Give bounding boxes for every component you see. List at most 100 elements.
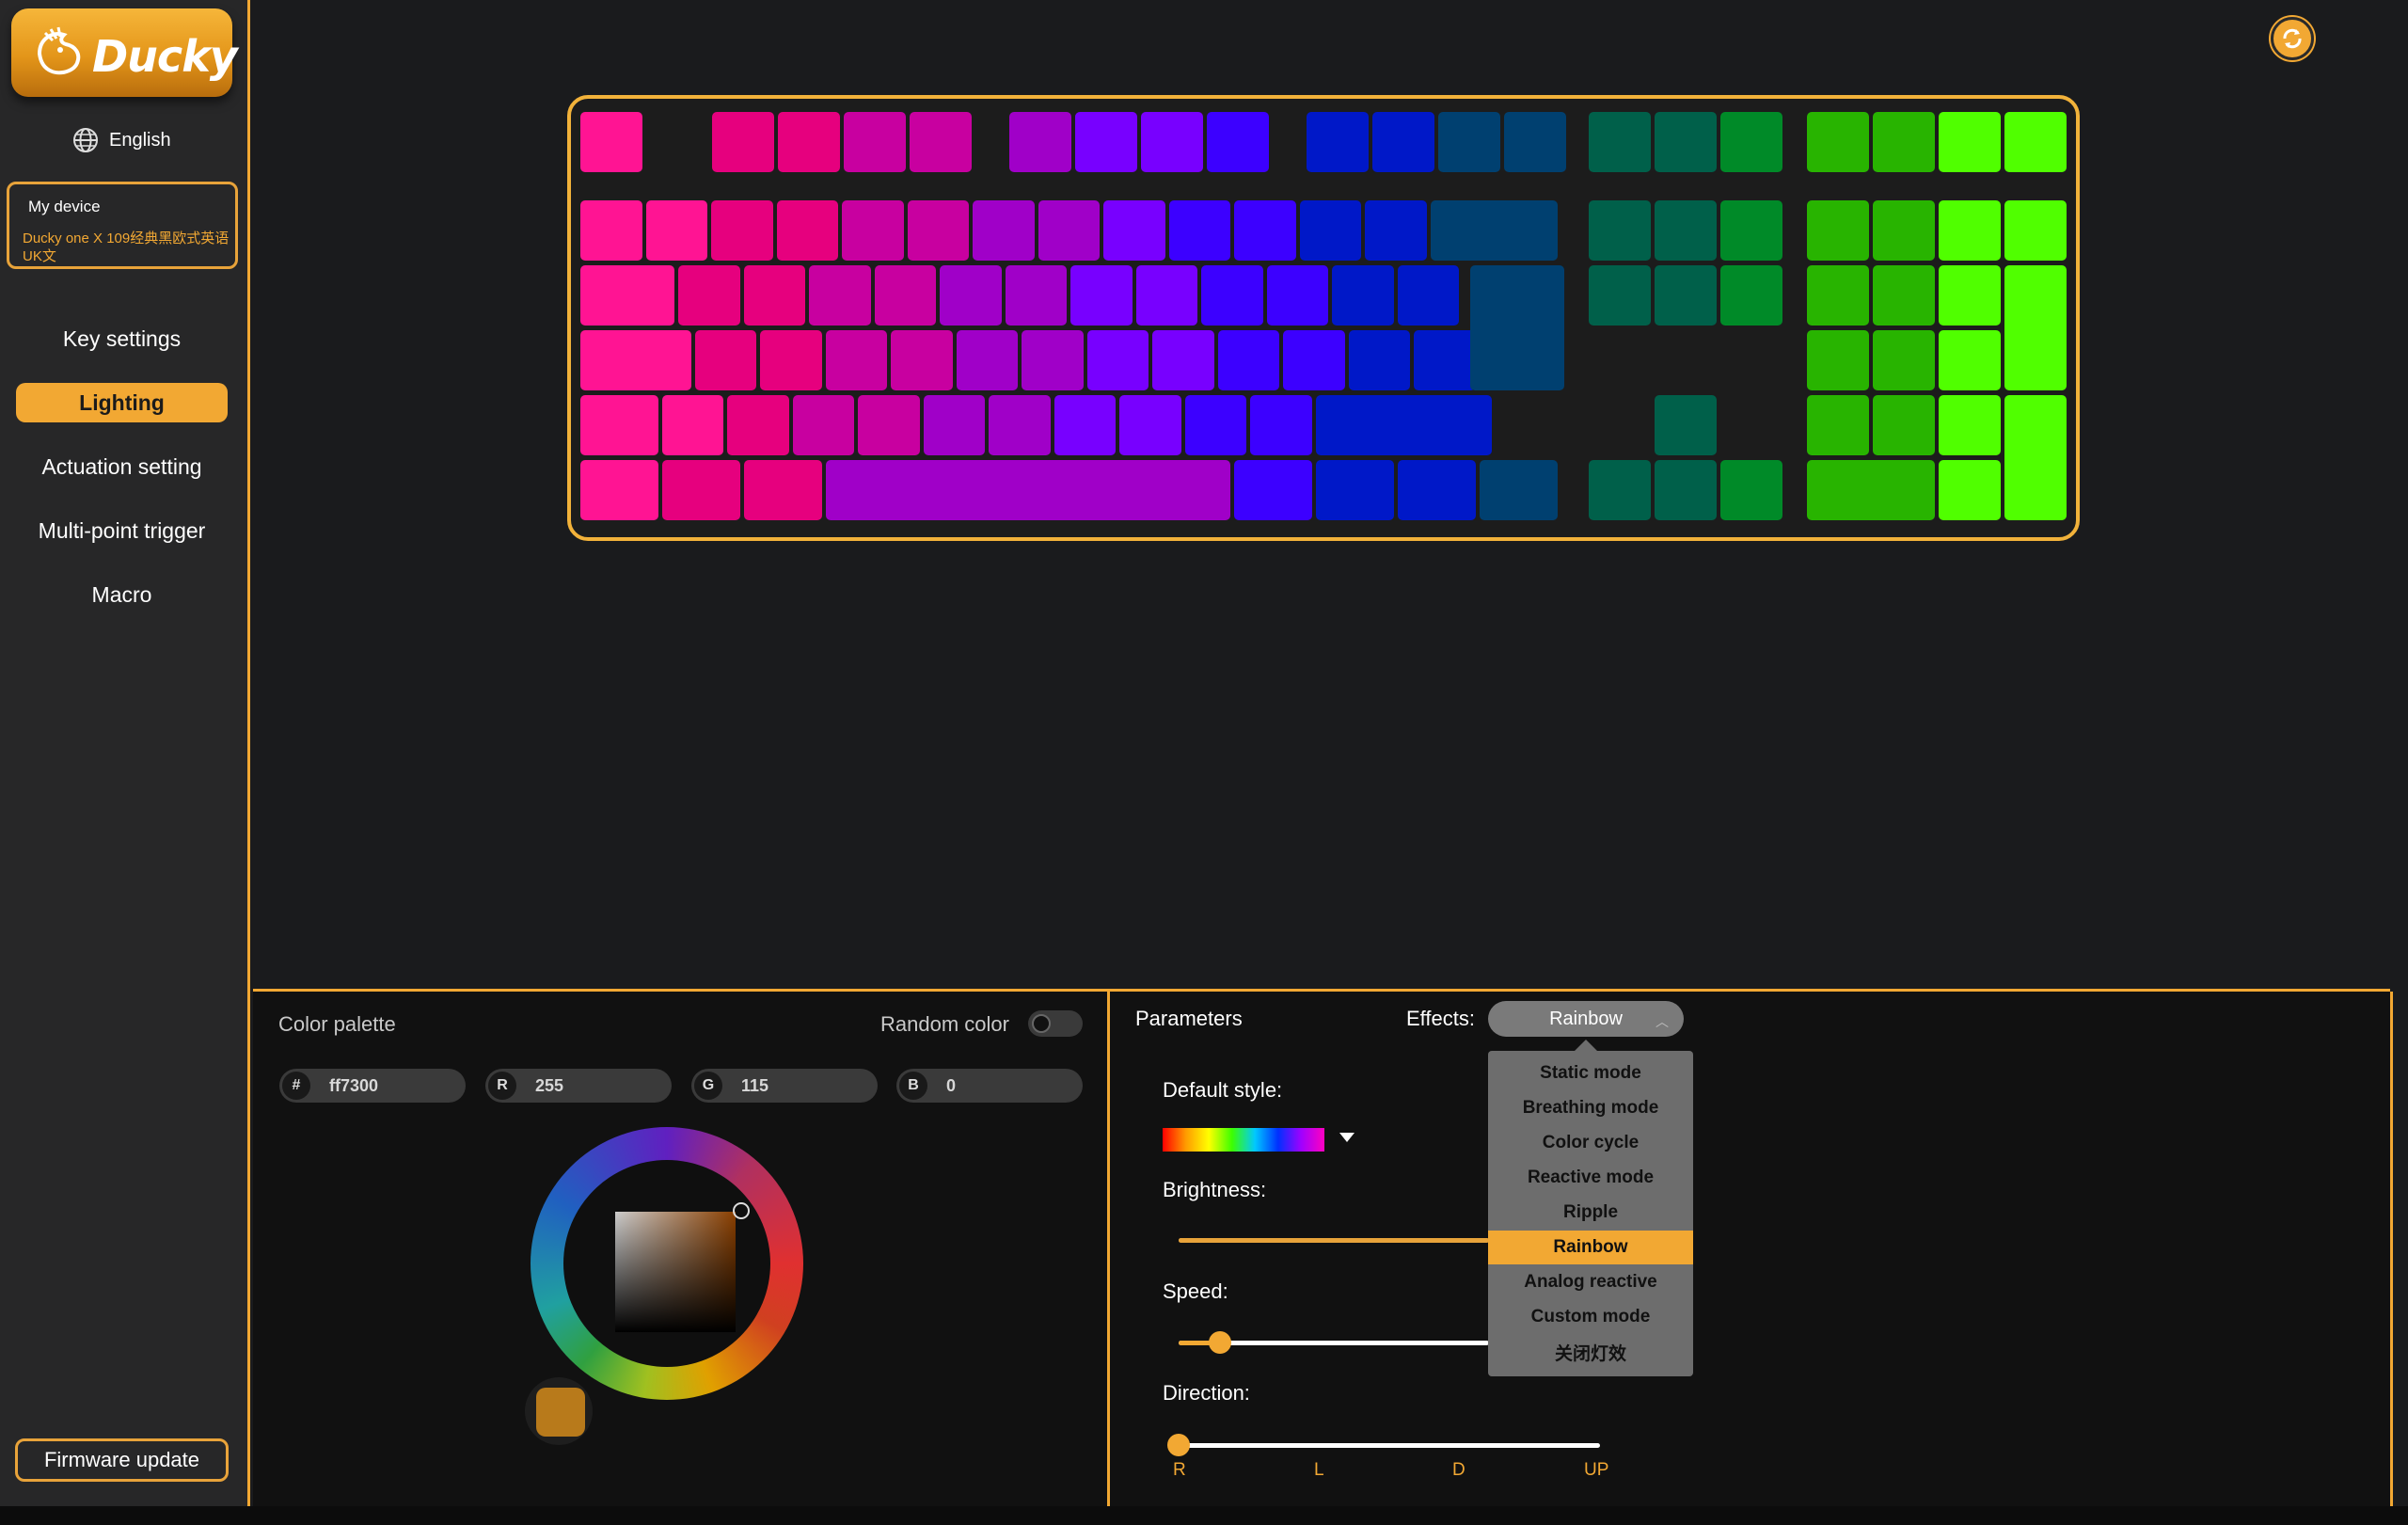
- key[interactable]: [1283, 330, 1345, 390]
- language-selector[interactable]: English: [71, 126, 171, 154]
- key[interactable]: [1655, 460, 1717, 520]
- key[interactable]: [1655, 395, 1717, 455]
- key[interactable]: [1217, 330, 1280, 390]
- key[interactable]: [2004, 200, 2067, 261]
- key[interactable]: [1939, 460, 2001, 520]
- key[interactable]: [1655, 265, 1717, 326]
- key[interactable]: [792, 395, 855, 455]
- key[interactable]: [1873, 112, 1935, 172]
- red-input[interactable]: R 255: [485, 1069, 672, 1103]
- key[interactable]: [1207, 112, 1269, 172]
- direction-slider[interactable]: [1179, 1443, 1600, 1448]
- key[interactable]: [1299, 200, 1361, 261]
- key[interactable]: [1939, 265, 2001, 326]
- device-card[interactable]: My device Ducky one X 109经典黑欧式英语UK文: [7, 182, 238, 269]
- effect-option-reactive[interactable]: Reactive mode: [1488, 1161, 1693, 1195]
- key[interactable]: [1807, 460, 1935, 520]
- key[interactable]: [1250, 395, 1312, 455]
- key[interactable]: [973, 200, 1035, 261]
- direction-slider-knob[interactable]: [1167, 1434, 1190, 1456]
- key[interactable]: [645, 200, 707, 261]
- effect-option-rainbow[interactable]: Rainbow: [1488, 1231, 1693, 1264]
- key[interactable]: [580, 460, 658, 520]
- key[interactable]: [2004, 265, 2067, 390]
- key[interactable]: [580, 112, 642, 172]
- key[interactable]: [694, 330, 757, 390]
- key[interactable]: [1372, 112, 1434, 172]
- key[interactable]: [1070, 265, 1133, 326]
- key[interactable]: [580, 395, 658, 455]
- key[interactable]: [1430, 200, 1558, 261]
- key[interactable]: [907, 200, 969, 261]
- key[interactable]: [1266, 265, 1329, 326]
- refresh-icon[interactable]: [2271, 17, 2314, 60]
- key[interactable]: [1720, 200, 1782, 261]
- key[interactable]: [1589, 112, 1651, 172]
- key[interactable]: [1939, 112, 2001, 172]
- key[interactable]: [1234, 200, 1296, 261]
- key[interactable]: [1655, 112, 1717, 172]
- nav-multi-point-trigger[interactable]: Multi-point trigger: [16, 511, 228, 550]
- key[interactable]: [727, 395, 789, 455]
- speed-slider-knob[interactable]: [1209, 1331, 1231, 1354]
- key[interactable]: [1022, 330, 1084, 390]
- key[interactable]: [580, 200, 642, 261]
- key[interactable]: [910, 112, 972, 172]
- key[interactable]: [1119, 395, 1181, 455]
- key[interactable]: [1807, 265, 1869, 326]
- key[interactable]: [1873, 395, 1935, 455]
- nav-macro[interactable]: Macro: [16, 575, 228, 614]
- saturation-square[interactable]: [615, 1212, 736, 1332]
- key[interactable]: [1365, 200, 1427, 261]
- key[interactable]: [1438, 112, 1500, 172]
- key[interactable]: [1141, 112, 1203, 172]
- key[interactable]: [1939, 330, 2001, 390]
- nav-lighting[interactable]: Lighting: [16, 383, 228, 422]
- key[interactable]: [1873, 330, 1935, 390]
- key[interactable]: [580, 265, 675, 326]
- key[interactable]: [1038, 200, 1100, 261]
- key[interactable]: [580, 330, 691, 390]
- key[interactable]: [1807, 330, 1869, 390]
- key[interactable]: [1655, 200, 1717, 261]
- key[interactable]: [1348, 330, 1411, 390]
- key[interactable]: [1103, 200, 1165, 261]
- rainbow-style-preview[interactable]: [1163, 1128, 1324, 1152]
- green-input[interactable]: G 115: [691, 1069, 878, 1103]
- key[interactable]: [825, 460, 1230, 520]
- key[interactable]: [858, 395, 920, 455]
- key[interactable]: [760, 330, 822, 390]
- key[interactable]: [842, 200, 904, 261]
- key[interactable]: [678, 265, 740, 326]
- hex-input[interactable]: # ff7300: [279, 1069, 466, 1103]
- key[interactable]: [1589, 200, 1651, 261]
- key[interactable]: [778, 112, 840, 172]
- key[interactable]: [1720, 112, 1782, 172]
- key[interactable]: [1397, 460, 1476, 520]
- key[interactable]: [1873, 200, 1935, 261]
- key[interactable]: [809, 265, 871, 326]
- key[interactable]: [1315, 395, 1492, 455]
- key[interactable]: [1720, 460, 1782, 520]
- caret-down-icon[interactable]: [1339, 1133, 1354, 1142]
- nav-key-settings[interactable]: Key settings: [16, 319, 228, 358]
- effect-option-color-cycle[interactable]: Color cycle: [1488, 1126, 1693, 1160]
- key[interactable]: [1005, 265, 1068, 326]
- key[interactable]: [743, 265, 806, 326]
- key[interactable]: [1414, 330, 1476, 390]
- key[interactable]: [1470, 265, 1564, 390]
- effect-option-static[interactable]: Static mode: [1488, 1056, 1693, 1090]
- effect-option-ripple[interactable]: Ripple: [1488, 1196, 1693, 1230]
- key[interactable]: [2004, 112, 2067, 172]
- key[interactable]: [1075, 112, 1137, 172]
- blue-input[interactable]: B 0: [896, 1069, 1083, 1103]
- effect-option-off[interactable]: 关闭灯效: [1488, 1335, 1693, 1369]
- effect-option-analog-reactive[interactable]: Analog reactive: [1488, 1265, 1693, 1299]
- effect-option-breathing[interactable]: Breathing mode: [1488, 1091, 1693, 1125]
- key[interactable]: [1873, 265, 1935, 326]
- effects-select[interactable]: Rainbow ︿: [1488, 1001, 1684, 1037]
- key[interactable]: [1201, 265, 1263, 326]
- key[interactable]: [711, 200, 773, 261]
- key[interactable]: [940, 265, 1002, 326]
- key[interactable]: [743, 460, 822, 520]
